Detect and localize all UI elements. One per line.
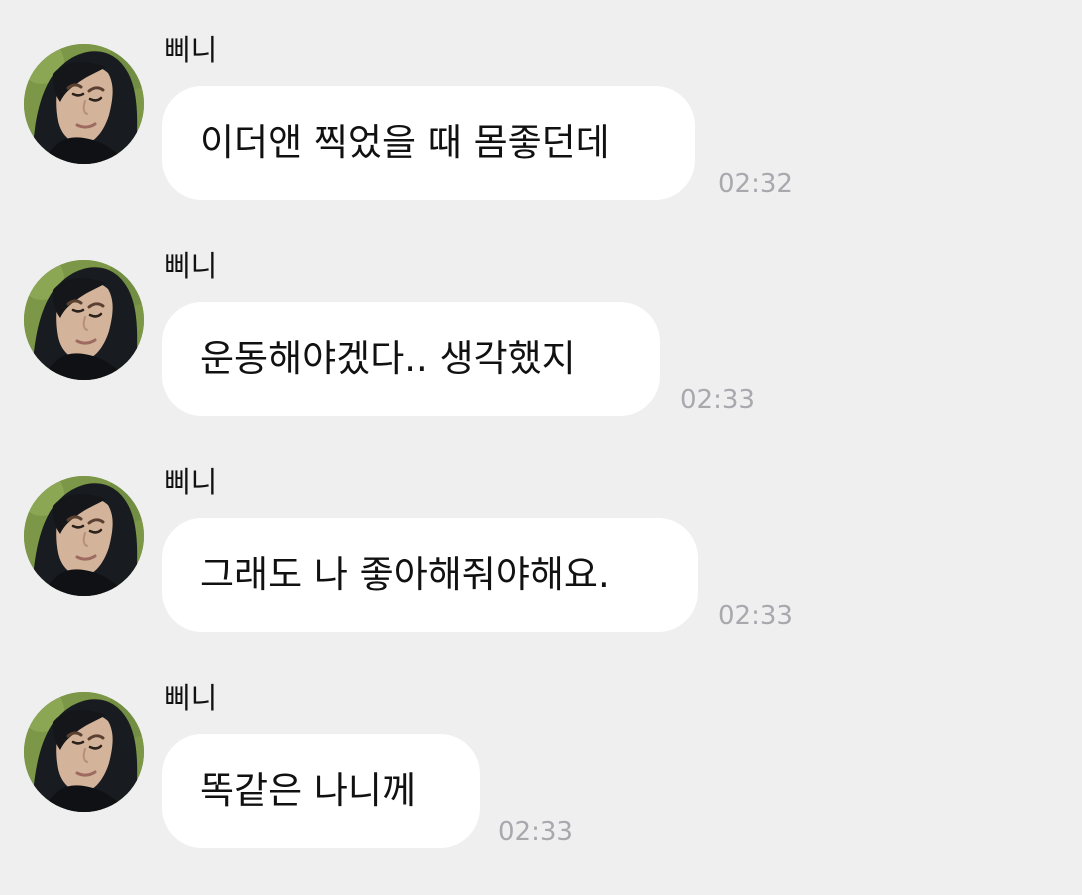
- avatar-icon[interactable]: [24, 44, 144, 164]
- message-bubble[interactable]: 이더앤 찍었을 때 몸좋던데: [162, 86, 695, 200]
- message-time: 02:33: [718, 601, 793, 631]
- sender-name: 삐니: [164, 465, 218, 499]
- message-time: 02:33: [498, 817, 573, 847]
- message-bubble[interactable]: 똑같은 나니께: [162, 734, 480, 848]
- message-time: 02:32: [718, 169, 793, 199]
- sender-name: 삐니: [164, 681, 218, 715]
- message-row-1: 삐니 이더앤 찍었을 때 몸좋던데 02:32: [0, 0, 1082, 210]
- message-text: 이더앤 찍었을 때 몸좋던데: [200, 121, 610, 164]
- message-row-4: 삐니 똑같은 나니께 02:33: [0, 648, 1082, 858]
- message-text: 그래도 나 좋아해줘야해요.: [200, 553, 610, 596]
- message-bubble[interactable]: 운동해야겠다.. 생각했지: [162, 302, 660, 416]
- avatar-icon[interactable]: [24, 692, 144, 812]
- message-bubble[interactable]: 그래도 나 좋아해줘야해요.: [162, 518, 698, 632]
- chat-thread: 삐니 이더앤 찍었을 때 몸좋던데 02:32 삐니 운동해야겠다.. 생각했지…: [0, 0, 1082, 895]
- message-time: 02:33: [680, 385, 755, 415]
- message-row-2: 삐니 운동해야겠다.. 생각했지 02:33: [0, 216, 1082, 426]
- message-text: 똑같은 나니께: [200, 769, 417, 812]
- message-text: 운동해야겠다.. 생각했지: [200, 337, 576, 380]
- avatar-icon[interactable]: [24, 260, 144, 380]
- message-row-3: 삐니 그래도 나 좋아해줘야해요. 02:33: [0, 432, 1082, 642]
- sender-name: 삐니: [164, 33, 218, 67]
- avatar-icon[interactable]: [24, 476, 144, 596]
- sender-name: 삐니: [164, 249, 218, 283]
